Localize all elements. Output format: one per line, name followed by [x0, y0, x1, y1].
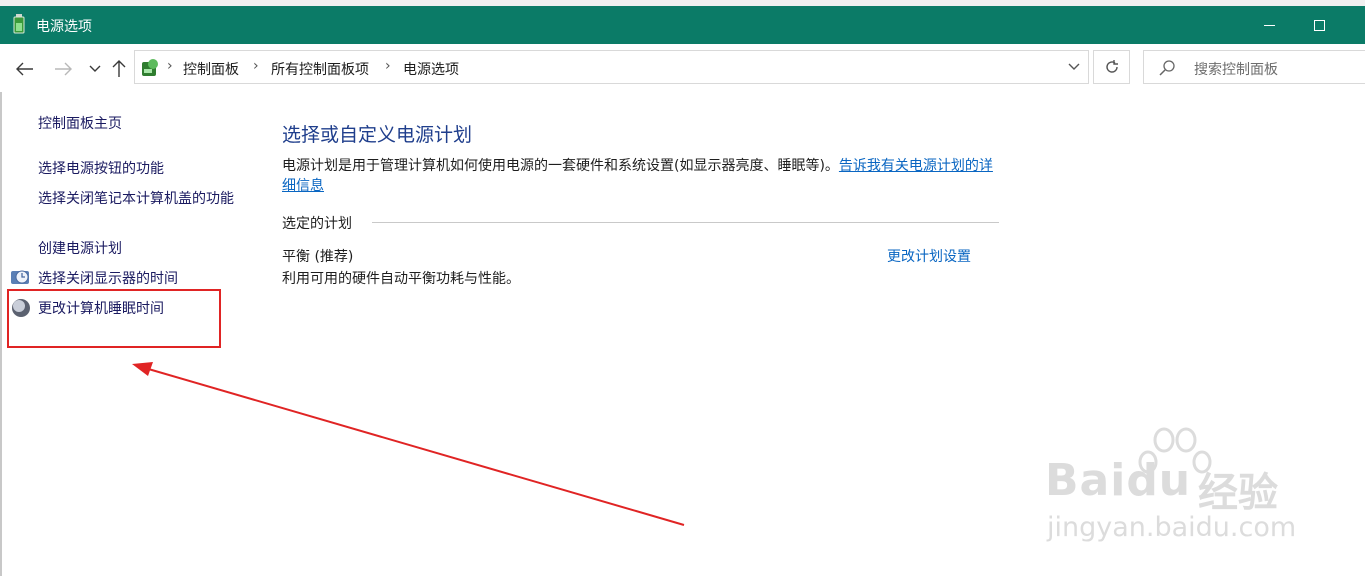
plan-name[interactable]: 平衡 (推荐) — [282, 246, 353, 266]
sidebar-item-display-off[interactable]: 选择关闭显示器的时间 — [38, 269, 178, 289]
window-title: 电源选项 — [36, 19, 92, 35]
search-icon — [1158, 59, 1176, 77]
sidebar-item-power-button[interactable]: 选择电源按钮的功能 — [38, 159, 164, 179]
watermark-url: jingyan.baidu.com — [1047, 512, 1297, 543]
change-plan-settings-link[interactable]: 更改计划设置 — [887, 246, 971, 266]
sidebar-item-control-panel-home[interactable]: 控制面板主页 — [38, 114, 122, 134]
arrow-right-icon — [55, 62, 72, 76]
minimize-button[interactable] — [1246, 6, 1292, 44]
search-placeholder: 搜索控制面板 — [1194, 62, 1278, 78]
battery-icon — [12, 14, 28, 36]
address-bar[interactable]: › 控制面板 › 所有控制面板项 › 电源选项 — [134, 50, 1089, 84]
section-divider — [372, 222, 999, 223]
forward-button[interactable] — [52, 58, 74, 80]
sidebar-item-lid-close[interactable]: 选择关闭笔记本计算机盖的功能 — [38, 189, 243, 209]
sidebar-item-create-plan[interactable]: 创建电源计划 — [38, 239, 122, 259]
breadcrumb-separator-icon: › — [253, 58, 259, 74]
annotation-highlight-box — [7, 289, 221, 348]
description-text: 电源计划是用于管理计算机如何使用电源的一套硬件和系统设置(如显示器亮度、睡眠等)… — [282, 158, 839, 174]
address-dropdown-button[interactable] — [1063, 55, 1085, 79]
navigation-bar: › 控制面板 › 所有控制面板项 › 电源选项 搜索控制面板 — [0, 44, 1365, 92]
chevron-down-icon — [89, 65, 101, 72]
control-panel-icon — [139, 57, 161, 79]
refresh-button[interactable] — [1093, 50, 1130, 84]
breadcrumb-power-options[interactable]: 电源选项 — [403, 59, 459, 79]
chevron-down-icon — [1068, 63, 1080, 70]
breadcrumb-separator-icon: › — [167, 58, 173, 74]
maximize-icon — [1313, 19, 1325, 31]
refresh-icon — [1105, 60, 1118, 73]
section-label: 选定的计划 — [282, 216, 352, 232]
watermark-brand-cn: 经验 — [1198, 470, 1278, 516]
arrow-left-icon — [16, 62, 33, 76]
page-title: 选择或自定义电源计划 — [282, 124, 473, 146]
search-box[interactable]: 搜索控制面板 — [1143, 50, 1365, 84]
maximize-button[interactable] — [1296, 6, 1342, 44]
breadcrumb-control-panel[interactable]: 控制面板 — [183, 59, 239, 79]
monitor-clock-icon — [10, 267, 32, 289]
minimize-icon — [1263, 24, 1275, 26]
recent-locations-button[interactable] — [84, 58, 106, 80]
plan-description: 利用可用的硬件自动平衡功耗与性能。 — [282, 271, 520, 287]
window-titlebar: 电源选项 — [0, 6, 1365, 44]
window-left-edge — [0, 92, 2, 576]
back-button[interactable] — [14, 58, 36, 80]
watermark-brand: Baidu — [1045, 455, 1192, 506]
breadcrumb-all-items[interactable]: 所有控制面板项 — [271, 59, 369, 79]
arrow-up-icon — [112, 60, 126, 77]
up-button[interactable] — [108, 58, 130, 80]
breadcrumb-separator-icon: › — [385, 58, 391, 74]
page-description: 电源计划是用于管理计算机如何使用电源的一套硬件和系统设置(如显示器亮度、睡眠等)… — [282, 156, 1002, 196]
